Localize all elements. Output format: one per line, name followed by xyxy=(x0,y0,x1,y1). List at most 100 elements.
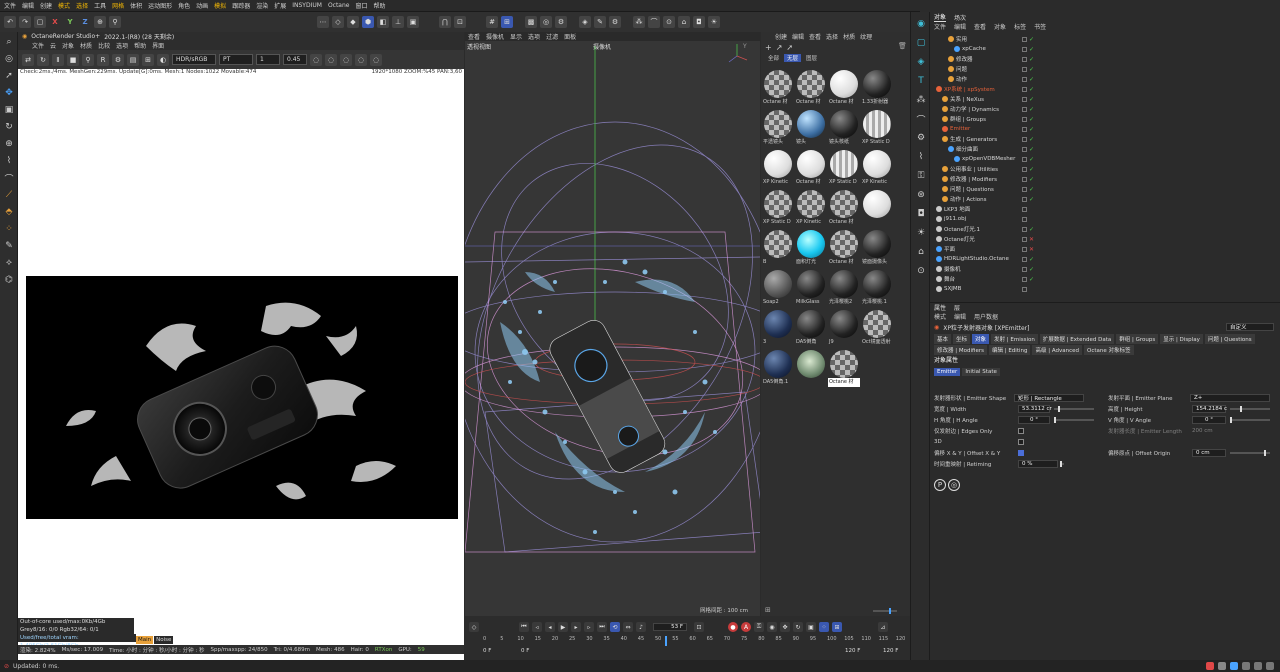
attribute-page-tab[interactable]: 基本 xyxy=(934,333,952,344)
light-side-icon[interactable]: ☀ xyxy=(914,226,928,240)
attribute-page-tab[interactable]: 编辑 | Editing xyxy=(988,344,1031,355)
layer-dot[interactable] xyxy=(1022,76,1027,82)
menu-item[interactable]: 渲染 xyxy=(256,1,268,10)
region-render-icon[interactable]: R xyxy=(97,53,109,66)
attribute-page-tab[interactable]: 对象 xyxy=(972,333,990,344)
height-field[interactable]: 154.2184 c xyxy=(1192,405,1227,413)
enabled-check-icon[interactable]: ✓ xyxy=(1029,146,1034,153)
emitter-icon[interactable]: ⊛ xyxy=(914,188,928,202)
light-icon[interactable]: ☀ xyxy=(708,16,720,28)
pass-select[interactable]: PT xyxy=(219,54,253,65)
layer-dot[interactable] xyxy=(1022,86,1027,92)
layer-dot[interactable] xyxy=(1022,196,1027,202)
attribute-menu-item[interactable]: 编辑 xyxy=(954,312,966,321)
material-menu-item[interactable]: 纹理 xyxy=(860,32,872,41)
attribute-page-tab[interactable]: 群组 | Groups xyxy=(1116,333,1159,344)
enabled-check-icon[interactable]: ✓ xyxy=(1029,266,1034,273)
enabled-check-icon[interactable]: ✓ xyxy=(1029,136,1034,143)
snap-icon[interactable]: ⊡ xyxy=(454,16,466,28)
material-item[interactable]: J9 xyxy=(828,308,860,348)
material-menu-item[interactable]: 材质 xyxy=(843,32,855,41)
material-item[interactable]: 1.33折射器 xyxy=(861,68,893,108)
lock-icon[interactable]: ⚲ xyxy=(109,16,121,28)
object-row[interactable]: xpCache ✓ xyxy=(930,44,1280,54)
origin-field[interactable]: 0 cm xyxy=(1192,449,1226,457)
object-flags[interactable]: ✓ xyxy=(1022,166,1034,173)
object-row[interactable]: 群组 | Groups ✓ xyxy=(930,114,1280,124)
add-material-icon[interactable]: + xyxy=(765,43,772,52)
material-item[interactable]: Octane 材 xyxy=(762,68,794,108)
material-preview[interactable] xyxy=(863,70,891,98)
material-preview[interactable] xyxy=(797,110,825,138)
enabled-check-icon[interactable]: ✓ xyxy=(1029,86,1034,93)
tag-icon[interactable]: ⚿ xyxy=(914,169,928,183)
tray-b-icon[interactable] xyxy=(1230,662,1238,670)
material-item[interactable] xyxy=(861,188,893,228)
object-row[interactable]: XP系统 | xpSystem ✓ xyxy=(930,84,1280,94)
attribute-page-tab[interactable]: 坐标 xyxy=(953,333,971,344)
transform-tool-icon[interactable]: ⊕ xyxy=(2,137,16,151)
grid-view-icon[interactable]: ⊞ xyxy=(765,606,771,614)
layer-dot[interactable] xyxy=(1022,186,1027,192)
enabled-check-icon[interactable]: ✓ xyxy=(1029,176,1034,183)
octane-menu-item[interactable]: 云 xyxy=(50,41,56,50)
points-mode-icon[interactable]: ⋯ xyxy=(317,16,329,28)
object-menu-item[interactable]: 查看 xyxy=(974,22,986,31)
frame-step-icon[interactable]: ⊡ xyxy=(694,622,704,632)
enabled-check-icon[interactable]: ✓ xyxy=(1029,36,1034,43)
range-end-b[interactable]: 120 F xyxy=(883,648,898,654)
menu-item[interactable]: 选择 xyxy=(76,1,88,10)
extrude-tool-icon[interactable]: ⬘ xyxy=(2,205,16,219)
menu-item[interactable]: 窗口 xyxy=(355,1,367,10)
material-item[interactable]: 3 xyxy=(762,308,794,348)
hangle-slider[interactable] xyxy=(1054,417,1094,423)
value-b-field[interactable]: 0.45 xyxy=(283,54,307,65)
material-preview[interactable] xyxy=(863,270,891,298)
menu-item[interactable]: 动画 xyxy=(196,1,208,10)
object-row[interactable]: Octane灯光 ✕ xyxy=(930,234,1280,244)
rotate-tool-icon[interactable]: ↻ xyxy=(2,120,16,134)
object-row[interactable]: Emitter ✓ xyxy=(930,124,1280,134)
tag-main[interactable]: Main xyxy=(136,636,154,644)
text-icon[interactable]: T xyxy=(914,74,928,88)
layer-dot[interactable] xyxy=(1022,126,1027,132)
scene-icon[interactable]: ⌂ xyxy=(678,16,690,28)
color-mode-select[interactable]: HDR/sRGB xyxy=(172,54,216,65)
attribute-tab[interactable]: 层 xyxy=(954,303,960,312)
offset-checkbox[interactable] xyxy=(1018,450,1024,456)
material-item[interactable]: Octane 材 xyxy=(828,68,860,108)
material-preview[interactable] xyxy=(764,350,792,378)
material-preview[interactable] xyxy=(797,270,825,298)
cycle-icon[interactable]: ◎ xyxy=(948,479,960,491)
settings-render-icon[interactable]: ⚙ xyxy=(112,53,124,66)
menu-item[interactable]: Octane xyxy=(328,2,350,9)
enabled-check-icon[interactable]: ✓ xyxy=(1029,196,1034,203)
tray-e-icon[interactable] xyxy=(1266,662,1274,670)
object-row[interactable]: 动作 ✓ xyxy=(930,74,1280,84)
range-icon[interactable]: ⇔ xyxy=(623,622,633,632)
save-render-icon[interactable]: ▤ xyxy=(127,53,139,66)
tray-a-icon[interactable] xyxy=(1218,662,1226,670)
object-flags[interactable]: ✓ xyxy=(1022,106,1034,113)
attribute-subtab[interactable]: Emitter xyxy=(934,367,961,376)
paint-tool-icon[interactable]: ✎ xyxy=(2,239,16,253)
object-row[interactable]: LKP3 地面 xyxy=(930,204,1280,214)
object-menu-item[interactable]: 标签 xyxy=(1014,22,1026,31)
keyframe-icon[interactable]: ◇ xyxy=(469,622,479,632)
material-preview[interactable] xyxy=(830,110,858,138)
axis-y-button[interactable]: Y xyxy=(64,16,76,28)
material-zoom-slider[interactable] xyxy=(873,608,897,614)
spline-tool-icon[interactable]: ⌇ xyxy=(2,154,16,168)
material-item[interactable]: XP Static D xyxy=(828,148,860,188)
redo-icon[interactable]: ↷ xyxy=(19,16,31,28)
go-start-icon[interactable]: ⏮ xyxy=(519,622,529,632)
object-flags[interactable]: ✓ xyxy=(1022,176,1034,183)
tag-noise[interactable]: Noise xyxy=(154,636,174,644)
object-menu-item[interactable]: 书签 xyxy=(1034,22,1046,31)
attribute-page-tab[interactable]: 修改器 | Modifiers xyxy=(934,344,987,355)
pause-render-icon[interactable]: Ⅱ xyxy=(52,53,64,66)
scale-key-icon[interactable]: ▣ xyxy=(806,622,816,632)
layer-dot[interactable] xyxy=(1022,256,1027,262)
material-preview[interactable] xyxy=(863,150,891,178)
object-flags[interactable]: ✓ xyxy=(1022,126,1034,133)
